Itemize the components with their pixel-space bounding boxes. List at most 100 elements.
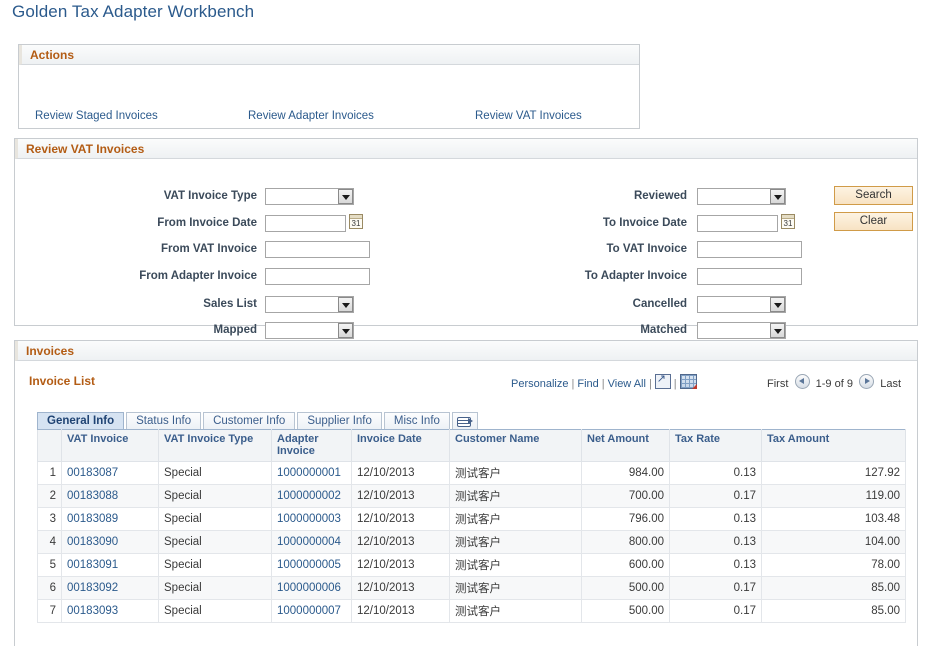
- column-header-customer-name[interactable]: Customer Name: [450, 430, 582, 462]
- chevron-down-icon[interactable]: [338, 189, 353, 204]
- chevron-down-icon[interactable]: [770, 297, 785, 312]
- vat-invoice-link[interactable]: 00183093: [67, 605, 118, 617]
- tab-supplier-info[interactable]: Supplier Info: [297, 412, 382, 429]
- row-range-label: 1-9 of 9: [816, 378, 853, 390]
- vat-invoice-link[interactable]: 00183090: [67, 536, 118, 548]
- cell-adapter-invoice: 1000000007: [272, 600, 352, 623]
- cell-net-amount: 700.00: [582, 485, 670, 508]
- cell-vat-invoice: 00183089: [62, 508, 159, 531]
- mapped-select[interactable]: [265, 322, 354, 339]
- grid-pagination: First 1-9 of 9 Last: [767, 374, 901, 390]
- adapter-invoice-link[interactable]: 1000000005: [277, 559, 341, 571]
- to-invoice-date-input[interactable]: [697, 215, 778, 232]
- calendar-icon[interactable]: 31: [349, 214, 363, 229]
- cell-adapter-invoice: 1000000001: [272, 462, 352, 485]
- tab-misc-info[interactable]: Misc Info: [384, 412, 450, 429]
- table-row: 3 00183089 Special 1000000003 12/10/2013…: [38, 508, 906, 531]
- column-header-adapter-invoice[interactable]: Adapter Invoice: [272, 430, 352, 462]
- column-header-invoice-date[interactable]: Invoice Date: [352, 430, 450, 462]
- tab-general-info[interactable]: General Info: [37, 412, 124, 429]
- cell-vat-invoice: 00183088: [62, 485, 159, 508]
- find-link[interactable]: Find: [577, 378, 598, 390]
- row-number: 5: [38, 554, 62, 577]
- from-invoice-date-input[interactable]: [265, 215, 346, 232]
- chevron-down-icon[interactable]: [338, 297, 353, 312]
- row-number: 1: [38, 462, 62, 485]
- row-number: 7: [38, 600, 62, 623]
- vat-invoice-type-select[interactable]: [265, 188, 354, 205]
- actions-group-box: Actions Review Staged Invoices Review Ad…: [18, 44, 640, 129]
- column-header-tax-amount[interactable]: Tax Amount: [762, 430, 906, 462]
- chevron-down-icon[interactable]: [338, 323, 353, 338]
- cell-net-amount: 600.00: [582, 554, 670, 577]
- column-header-vat-invoice[interactable]: VAT Invoice: [62, 430, 159, 462]
- adapter-invoice-link[interactable]: 1000000006: [277, 582, 341, 594]
- column-header-net-amount[interactable]: Net Amount: [582, 430, 670, 462]
- cell-net-amount: 800.00: [582, 531, 670, 554]
- adapter-invoice-link[interactable]: 1000000003: [277, 513, 341, 525]
- tab-status-info[interactable]: Status Info: [126, 412, 201, 429]
- adapter-invoice-link[interactable]: 1000000007: [277, 605, 341, 617]
- review-vat-invoices-search-group-box: Review VAT Invoices VAT Invoice Type Fro…: [14, 138, 918, 326]
- calendar-icon[interactable]: 31: [781, 214, 795, 229]
- label-to-vat-invoice: To VAT Invoice: [513, 243, 687, 255]
- cell-tax-rate: 0.13: [670, 462, 762, 485]
- cell-invoice-date: 12/10/2013: [352, 485, 450, 508]
- tab-customer-info[interactable]: Customer Info: [203, 412, 295, 429]
- chevron-down-icon[interactable]: [770, 189, 785, 204]
- action-link-review-staged-invoices[interactable]: Review Staged Invoices: [35, 110, 158, 122]
- vat-invoice-link[interactable]: 00183091: [67, 559, 118, 571]
- show-next-tabs-icon[interactable]: [452, 412, 478, 429]
- matched-select[interactable]: [697, 322, 786, 339]
- previous-page-icon[interactable]: [795, 374, 810, 389]
- from-adapter-invoice-input[interactable]: [265, 268, 370, 285]
- to-adapter-invoice-input[interactable]: [697, 268, 802, 285]
- to-vat-invoice-input[interactable]: [697, 241, 802, 258]
- column-header-vat-invoice-type[interactable]: VAT Invoice Type: [159, 430, 272, 462]
- vat-invoice-link[interactable]: 00183092: [67, 582, 118, 594]
- view-all-link[interactable]: View All: [608, 378, 646, 390]
- action-link-review-vat-invoices[interactable]: Review VAT Invoices: [475, 110, 582, 122]
- cell-customer-name: 测试客户: [450, 485, 582, 508]
- page-title: Golden Tax Adapter Workbench: [12, 2, 254, 22]
- chevron-down-icon[interactable]: [770, 323, 785, 338]
- sales-list-select[interactable]: [265, 296, 354, 313]
- cell-invoice-date: 12/10/2013: [352, 600, 450, 623]
- table-row: 4 00183090 Special 1000000004 12/10/2013…: [38, 531, 906, 554]
- download-to-excel-icon[interactable]: [680, 374, 697, 389]
- search-button[interactable]: Search: [834, 186, 913, 205]
- cell-vat-invoice-type: Special: [159, 600, 272, 623]
- cell-adapter-invoice: 1000000003: [272, 508, 352, 531]
- cell-net-amount: 500.00: [582, 600, 670, 623]
- next-page-icon[interactable]: [859, 374, 874, 389]
- invoice-list-table-body: 1 00183087 Special 1000000001 12/10/2013…: [38, 462, 906, 623]
- adapter-invoice-link[interactable]: 1000000002: [277, 490, 341, 502]
- cell-vat-invoice: 00183090: [62, 531, 159, 554]
- first-page-label[interactable]: First: [767, 378, 788, 390]
- golden-tax-adapter-workbench-page: Golden Tax Adapter Workbench Actions Rev…: [0, 0, 932, 646]
- vat-invoice-link[interactable]: 00183087: [67, 467, 118, 479]
- clear-button[interactable]: Clear: [834, 212, 913, 231]
- zoom-icon[interactable]: [655, 374, 671, 389]
- cell-tax-amount: 119.00: [762, 485, 906, 508]
- invoice-list-title: Invoice List: [29, 374, 95, 388]
- reviewed-select[interactable]: [697, 188, 786, 205]
- cancelled-select[interactable]: [697, 296, 786, 313]
- action-link-review-adapter-invoices[interactable]: Review Adapter Invoices: [248, 110, 374, 122]
- vat-invoice-link[interactable]: 00183088: [67, 490, 118, 502]
- vat-invoice-link[interactable]: 00183089: [67, 513, 118, 525]
- column-header-tax-rate[interactable]: Tax Rate: [670, 430, 762, 462]
- cell-vat-invoice-type: Special: [159, 462, 272, 485]
- cell-customer-name: 测试客户: [450, 508, 582, 531]
- cell-customer-name: 测试客户: [450, 531, 582, 554]
- from-vat-invoice-input[interactable]: [265, 241, 370, 258]
- cell-adapter-invoice: 1000000006: [272, 577, 352, 600]
- label-to-adapter-invoice: To Adapter Invoice: [513, 270, 687, 282]
- last-page-label[interactable]: Last: [880, 378, 901, 390]
- cell-vat-invoice: 00183091: [62, 554, 159, 577]
- personalize-link[interactable]: Personalize: [511, 378, 568, 390]
- cell-tax-rate: 0.17: [670, 485, 762, 508]
- adapter-invoice-link[interactable]: 1000000004: [277, 536, 341, 548]
- cell-tax-amount: 78.00: [762, 554, 906, 577]
- adapter-invoice-link[interactable]: 1000000001: [277, 467, 341, 479]
